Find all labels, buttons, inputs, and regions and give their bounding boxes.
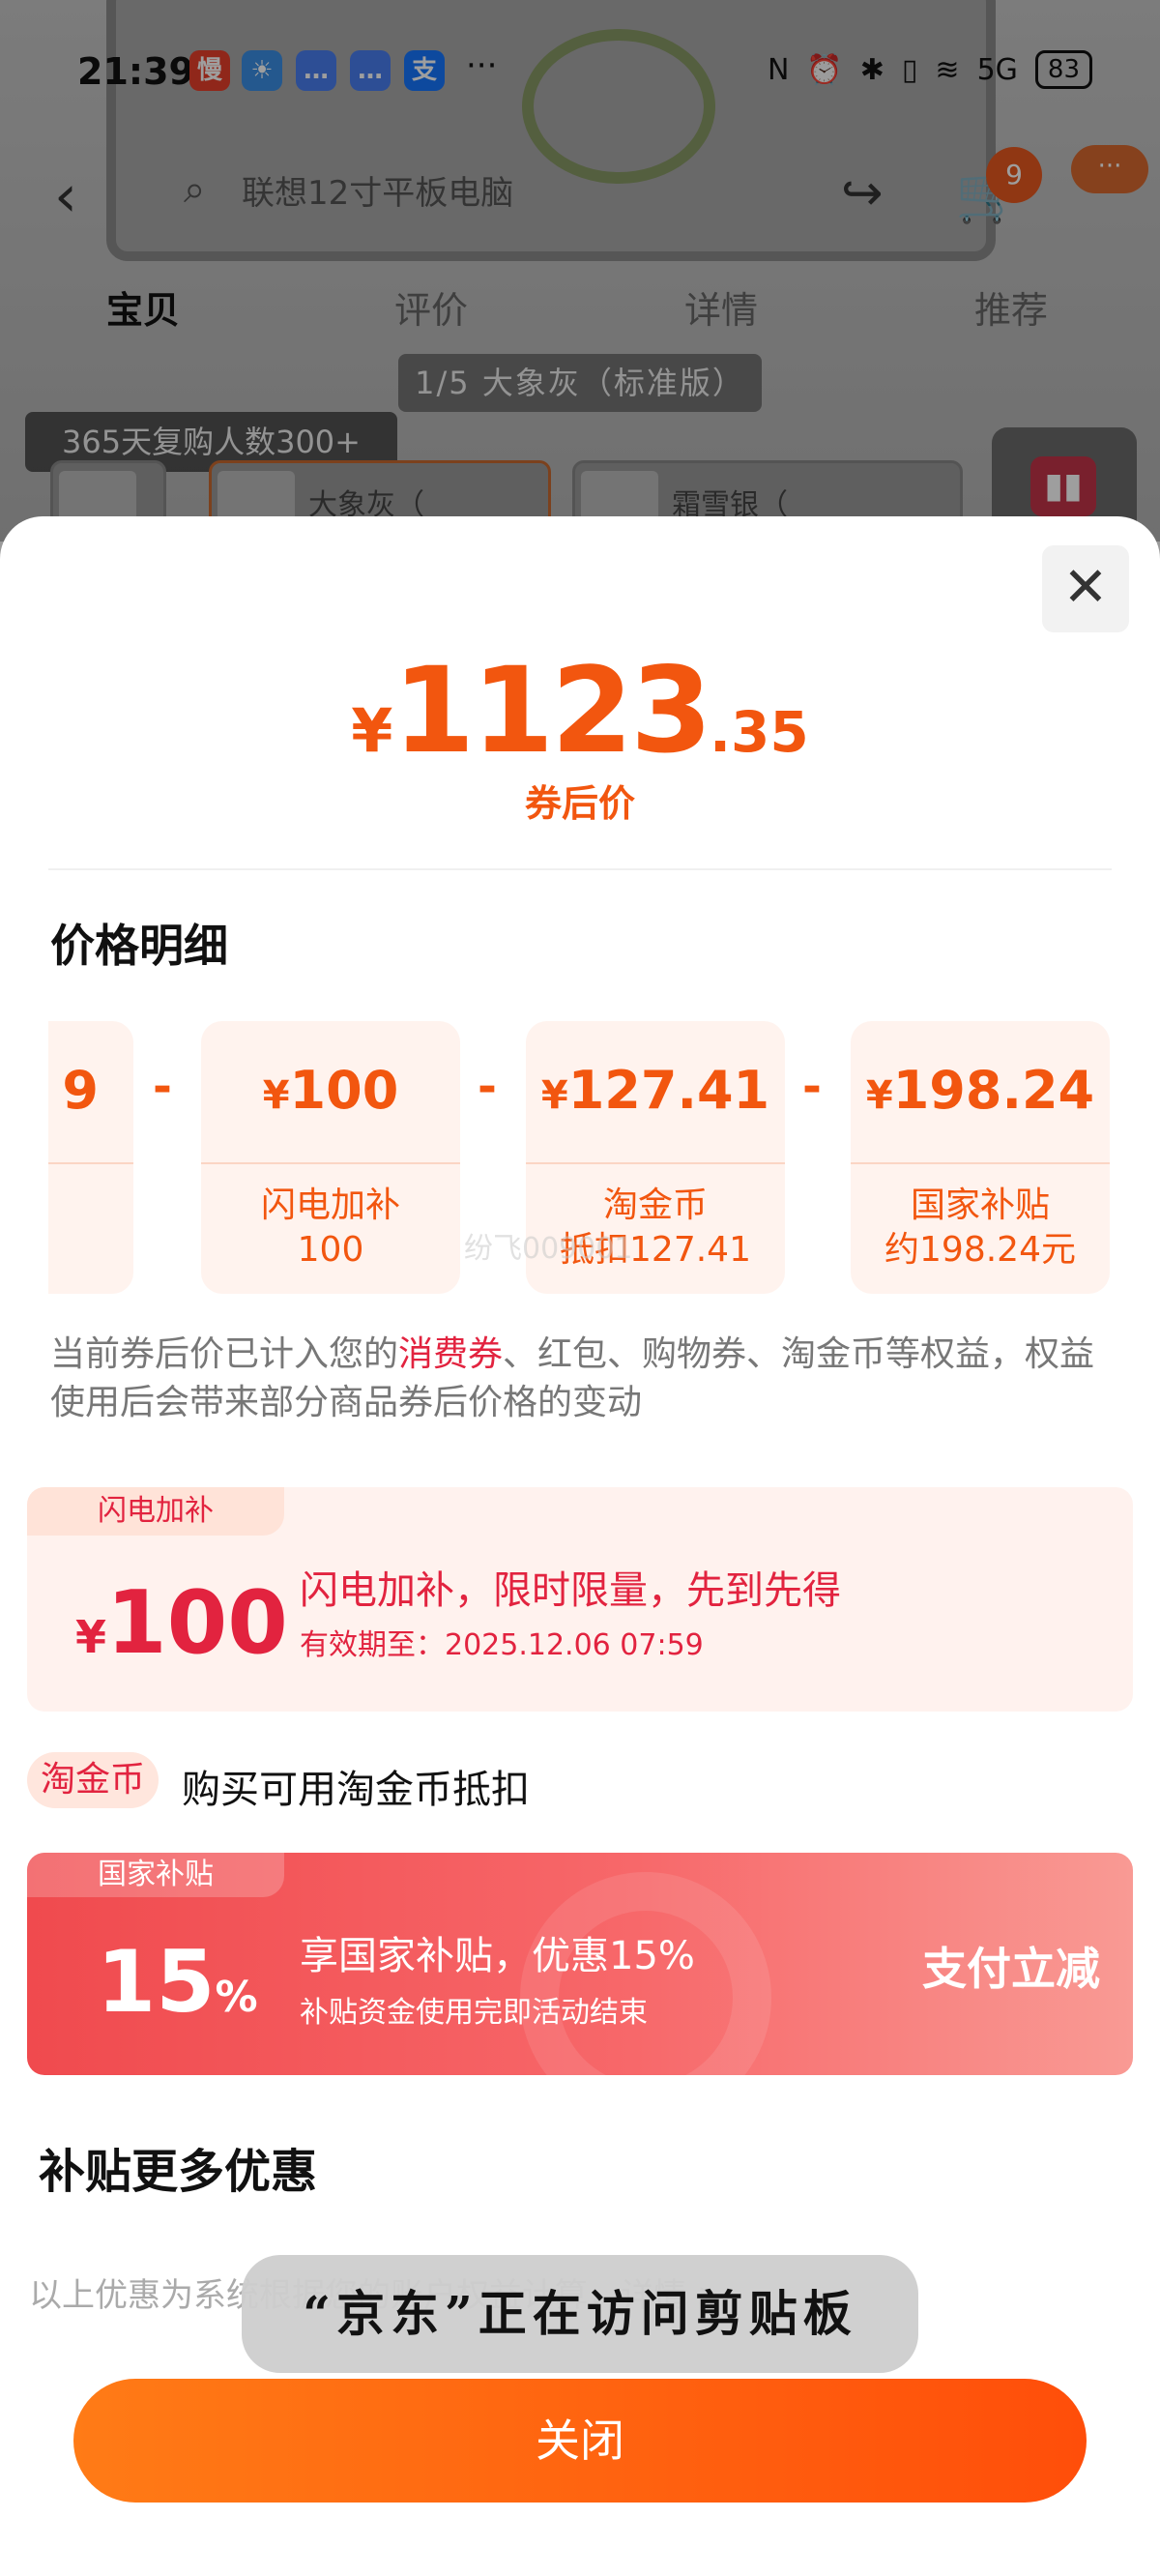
breakdown-title: 价格明细 bbox=[50, 920, 228, 972]
breakdown-card: ¥100 闪电加补 100 bbox=[201, 1021, 460, 1294]
national-subsidy-card[interactable]: 国家补贴 15% 享国家补贴，优惠15% 补贴资金使用完即活动结束 支付立减 bbox=[27, 1853, 1133, 2075]
more-offers-title: 补贴更多优惠 bbox=[39, 2145, 318, 2199]
price-notice: 当前券后价已计入您的消费券、红包、购物券、淘金币等权益，权益使用后会带来部分商品… bbox=[50, 1334, 1095, 1422]
watermark: 纷飞009001 bbox=[464, 1232, 633, 1266]
taojinbi-tag: 淘金币 bbox=[27, 1752, 160, 1808]
flash-amount: ¥100 bbox=[75, 1572, 288, 1674]
breakdown-card: 9 bbox=[48, 1021, 133, 1294]
clipboard-toast: “京东”正在访问剪贴板 bbox=[242, 2255, 918, 2373]
flash-expiry: 有效期至：2025.12.06 07:59 bbox=[300, 1628, 704, 1662]
flash-title: 闪电加补，限时限量，先到先得 bbox=[300, 1568, 841, 1613]
close-icon[interactable]: ✕ bbox=[1042, 545, 1129, 632]
subsidy-subtitle: 补贴资金使用完即活动结束 bbox=[300, 1996, 648, 2030]
flash-subsidy-card: 闪电加补 ¥100 闪电加补，限时限量，先到先得 有效期至：2025.12.06… bbox=[27, 1487, 1133, 1712]
subsidy-title: 享国家补贴，优惠15% bbox=[300, 1934, 695, 1978]
pay-discount-label: 支付立减 bbox=[922, 1943, 1100, 1995]
minus-sign: - bbox=[153, 1060, 172, 1114]
national-subsidy-tag: 国家补贴 bbox=[27, 1853, 284, 1897]
price-label: 券后价 bbox=[524, 782, 635, 825]
divider bbox=[48, 868, 1112, 870]
modal-overlay[interactable] bbox=[0, 0, 1160, 542]
taojinbi-row: 淘金币 购买可用淘金币抵扣 bbox=[27, 1750, 1133, 1812]
taojinbi-text: 购买可用淘金币抵扣 bbox=[182, 1768, 530, 1812]
product-page-background: 21:39 慢 ☀ … … 支 ··· N ⏰ ✱ ▯ ≋ 5G 83 ‹ ⌕ … bbox=[0, 0, 1160, 542]
flash-subsidy-tag: 闪电加补 bbox=[27, 1487, 284, 1536]
close-button[interactable]: 关闭 bbox=[73, 2379, 1087, 2503]
consumer-coupon-link[interactable]: 消费券 bbox=[398, 1334, 503, 1374]
minus-sign: - bbox=[478, 1060, 497, 1114]
minus-sign: - bbox=[802, 1060, 822, 1114]
breakdown-card: ¥198.24 国家补贴 约198.24元 bbox=[851, 1021, 1110, 1294]
final-price: ¥1123.35 bbox=[351, 642, 809, 779]
subsidy-percent: 15% bbox=[97, 1932, 258, 2032]
